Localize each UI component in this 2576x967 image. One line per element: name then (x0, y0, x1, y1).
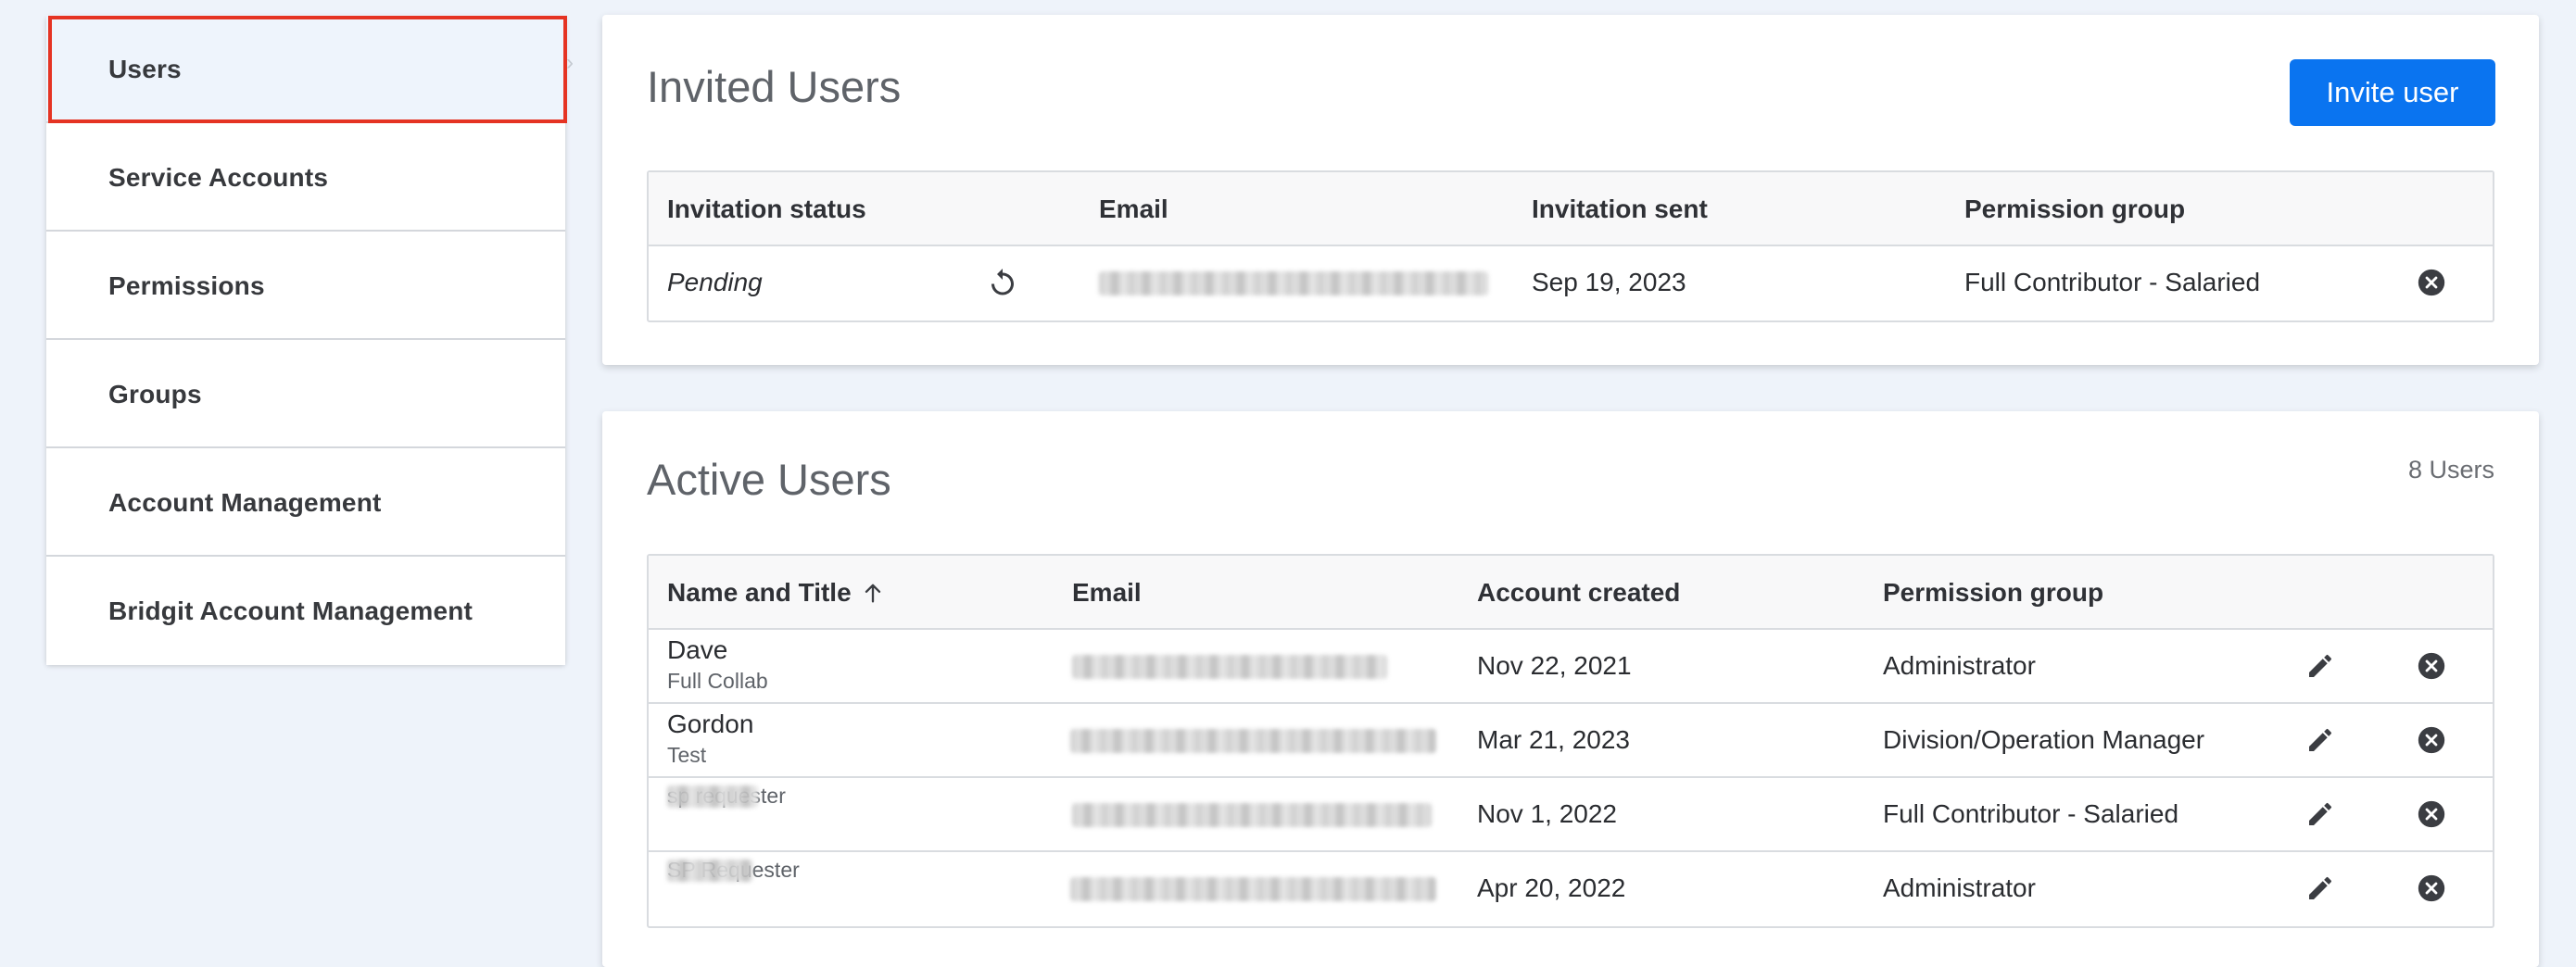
sidebar-item-label: Users (108, 55, 182, 83)
table-row: sp requester Nov 1, 2022 Full Contributo… (649, 778, 2493, 852)
user-title: Test (667, 743, 707, 767)
pencil-icon[interactable] (2302, 722, 2339, 759)
sidebar-item-label: Service Accounts (108, 163, 329, 192)
active-users-table: Name and Title Email Account created Per… (647, 554, 2494, 928)
redacted-email (1070, 729, 1436, 753)
column-header-email: Email (1072, 578, 1142, 607)
close-circle-icon[interactable] (2413, 796, 2450, 833)
column-header-permission-group: Permission group (1964, 195, 2186, 223)
account-created-date: Nov 1, 2022 (1477, 799, 1617, 828)
column-header-invitation-sent: Invitation sent (1532, 195, 1708, 223)
close-circle-icon[interactable] (2413, 722, 2450, 759)
invitation-sent-date: Sep 19, 2023 (1532, 268, 1686, 296)
sidebar-item-account-management[interactable]: Account Management (46, 448, 565, 557)
column-header-email: Email (1099, 195, 1168, 223)
table-header: Invitation status Email Invitation sent … (649, 172, 2493, 246)
close-circle-icon[interactable] (2413, 870, 2450, 907)
sidebar-item-service-accounts[interactable]: Service Accounts (46, 123, 565, 232)
invited-users-table: Invitation status Email Invitation sent … (647, 170, 2494, 322)
account-created-date: Nov 22, 2021 (1477, 651, 1632, 680)
invite-user-button[interactable]: Invite user (2290, 59, 2495, 126)
table-row: SP Requester Apr 20, 2022 Administrator (649, 852, 2493, 926)
redacted-email (1099, 271, 1488, 295)
user-name-title: Dave Full Collab (667, 634, 768, 695)
sidebar-item-users[interactable]: Users (46, 15, 565, 123)
pencil-icon[interactable] (2302, 870, 2339, 907)
redacted-email (1072, 803, 1432, 827)
permission-group: Division/Operation Manager (1883, 725, 2205, 754)
user-count: 8 Users (2407, 456, 2494, 484)
sidebar-item-label: Bridgit Account Management (108, 597, 474, 625)
account-created-date: Mar 21, 2023 (1477, 725, 1630, 754)
permission-group: Administrator (1883, 873, 2036, 902)
close-circle-icon[interactable] (2413, 264, 2450, 301)
column-header-name-and-title[interactable]: Name and Title (667, 556, 852, 630)
sidebar-item-label: Permissions (108, 271, 265, 300)
resend-icon[interactable] (984, 264, 1021, 301)
account-created-date: Apr 20, 2022 (1477, 873, 1626, 902)
permission-group: Administrator (1883, 651, 2036, 680)
redacted-name (667, 785, 758, 808)
column-header-account-created: Account created (1477, 578, 1681, 607)
user-title: Full Collab (667, 669, 768, 693)
table-row: Gordon Test Mar 21, 2023 Division/Operat… (649, 704, 2493, 778)
sidebar-item-bridgit-account-management[interactable]: Bridgit Account Management (46, 557, 565, 665)
permission-group: Full Contributor - Salaried (1964, 268, 2261, 296)
redacted-name (667, 860, 752, 882)
close-circle-icon[interactable] (2413, 647, 2450, 684)
table-header: Name and Title Email Account created Per… (649, 556, 2493, 630)
active-users-card: Active Users 8 Users Name and Title Emai… (602, 411, 2539, 967)
chevron-right-icon: › (566, 50, 574, 75)
invited-users-title: Invited Users (647, 62, 902, 111)
arrow-up-icon[interactable] (860, 580, 886, 606)
column-header-permission-group: Permission group (1883, 578, 2104, 607)
settings-sidebar: Users Service Accounts Permissions Group… (46, 15, 565, 665)
redacted-email (1070, 877, 1436, 901)
pencil-icon[interactable] (2302, 647, 2339, 684)
column-header-invitation-status: Invitation status (667, 195, 866, 223)
sidebar-item-permissions[interactable]: Permissions (46, 232, 565, 340)
user-name: Dave (667, 635, 728, 664)
redacted-email (1072, 655, 1387, 679)
table-row: Dave Full Collab Nov 22, 2021 Administra… (649, 630, 2493, 704)
sidebar-item-label: Account Management (108, 488, 382, 517)
user-name-title: Gordon Test (667, 708, 753, 769)
active-users-title: Active Users (647, 455, 891, 504)
user-name: Gordon (667, 710, 754, 738)
sidebar-item-label: Groups (108, 380, 202, 408)
table-row: Pending Sep 19, 2023 Full Contributor - … (649, 246, 2493, 320)
pencil-icon[interactable] (2302, 796, 2339, 833)
sidebar-item-groups[interactable]: Groups (46, 340, 565, 448)
invitation-status: Pending (667, 268, 763, 296)
invited-users-card: Invited Users Invite user Invitation sta… (602, 15, 2539, 365)
permission-group: Full Contributor - Salaried (1883, 799, 2179, 828)
